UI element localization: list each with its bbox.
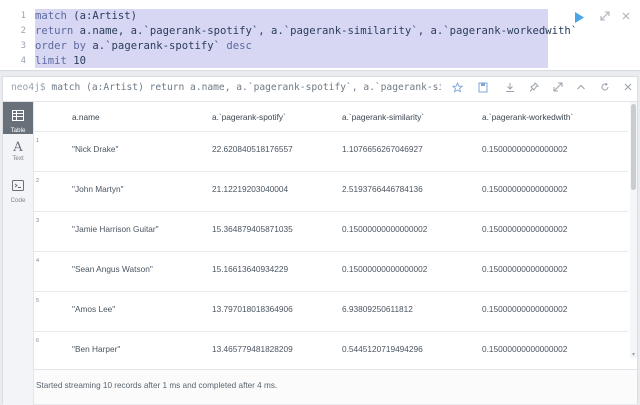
save-icon[interactable] [478, 82, 488, 96]
code-token: (a:Artist) [66, 10, 138, 22]
table-cell: 13.465779481828209 [212, 344, 293, 354]
table-row: 5 "Amos Lee" 13.797018018364906 6.938092506… [34, 291, 628, 332]
close-icon[interactable] [621, 11, 631, 24]
code-token: 10 [66, 55, 87, 67]
row-number: 1 [36, 138, 40, 144]
play-icon[interactable] [574, 12, 586, 24]
sidebar-item-label: Text [12, 155, 24, 162]
code-keyword: return [35, 25, 74, 37]
fullscreen-icon[interactable] [553, 82, 563, 95]
table-row: 2 "John Martyn" 21.12219203040004 2.5193766… [34, 171, 628, 212]
sidebar-item-table[interactable]: Table [3, 102, 33, 134]
table-row: 1 "Nick Drake" 22.620840518176557 1.1076656… [34, 131, 628, 172]
frame-header: neo4j$ match (a:Artist) return a.name, a… [3, 77, 637, 102]
column-header: a.`pagerank-similarity` [342, 112, 425, 122]
scroll-down-icon[interactable]: ▾ [630, 351, 637, 358]
table-cell: "Sean Angus Watson" [72, 264, 153, 274]
table-cell: "Amos Lee" [72, 304, 116, 314]
table-cell: 0.15000000000000002 [482, 144, 568, 154]
code-keyword: order [35, 40, 67, 52]
table-cell: 21.12219203040004 [212, 184, 289, 194]
star-icon[interactable] [451, 81, 464, 96]
line-number: 3 [20, 41, 26, 51]
table-cell: 15.16613640934229 [212, 264, 289, 274]
line-number: 2 [20, 26, 26, 36]
close-icon[interactable] [623, 82, 633, 95]
pin-icon[interactable] [529, 82, 539, 96]
table-cell: 13.797018018364906 [212, 304, 293, 314]
code-token: a.name, a.`pagerank-spotify`, a.`pageran… [73, 25, 578, 37]
row-number: 5 [36, 298, 40, 304]
sidebar-item-code[interactable]: Code [3, 176, 33, 208]
line-number: 4 [20, 56, 26, 66]
results-table: a.name a.`pagerank-spotify` a.`pagerank-… [34, 102, 628, 358]
table-cell: "John Martyn" [72, 184, 124, 194]
row-number: 3 [36, 218, 40, 224]
table-cell: 0.5445120719494296 [342, 344, 423, 354]
table-cell: 0.15000000000000002 [482, 264, 568, 274]
code-text: order by a.`pagerank-spotify` desc [35, 39, 252, 54]
text-icon: A [13, 140, 23, 155]
code-text: limit 10 [35, 54, 86, 69]
scrollbar-thumb[interactable] [631, 104, 636, 190]
frame-query-text[interactable]: neo4j$ match (a:Artist) return a.name, a… [11, 82, 441, 96]
code-icon [3, 176, 33, 196]
frame-query: match (a:Artist) return a.name, a.`pager… [45, 82, 441, 93]
table-row: 4 "Sean Angus Watson" 15.16613640934229 0.1… [34, 251, 628, 292]
frame-prompt: neo4j$ [11, 82, 46, 93]
row-number: 2 [36, 178, 40, 184]
column-header: a.name [72, 112, 100, 122]
table-cell: "Jamie Harrison Guitar" [72, 224, 159, 234]
code-keyword: desc [226, 40, 252, 52]
code-keyword: match [35, 10, 67, 22]
table-cell: 0.15000000000000002 [482, 344, 568, 354]
line-number: 1 [20, 11, 26, 21]
sidebar-item-label: Table [10, 127, 26, 134]
table-row: 6 "Ben Harper" 13.465779481828209 0.5445120… [34, 331, 628, 358]
table-row: 3 "Jamie Harrison Guitar" 15.3648794058710… [34, 211, 628, 252]
download-icon[interactable] [505, 82, 515, 96]
collapse-icon[interactable] [576, 82, 586, 95]
sidebar-item-label: Code [10, 197, 26, 204]
table-cell: 0.15000000000000002 [482, 304, 568, 314]
refresh-icon[interactable] [600, 82, 610, 95]
table-icon [3, 102, 33, 126]
table-cell: 0.15000000000000002 [342, 264, 428, 274]
table-cell: 22.620840518176557 [212, 144, 293, 154]
table-cell: 2.5193766446784136 [342, 184, 423, 194]
table-cell: 0.15000000000000002 [482, 184, 568, 194]
column-header: a.`pagerank-spotify` [212, 112, 286, 122]
code-keyword: limit [35, 55, 67, 67]
code-token: a.`pagerank-spotify` [86, 40, 227, 52]
status-message: Started streaming 10 records after 1 ms … [36, 381, 278, 390]
column-header: a.`pagerank-workedwith` [482, 112, 574, 122]
query-editor[interactable]: 1 match (a:Artist) 2 return a.name, a.`page… [0, 0, 640, 71]
status-bar: Started streaming 10 records after 1 ms … [34, 369, 637, 404]
sidebar-item-text[interactable]: A Text [3, 141, 33, 173]
code-text: match (a:Artist) [35, 9, 137, 24]
row-number: 6 [36, 338, 40, 344]
view-sidebar: Table A Text Code [3, 102, 34, 405]
code-keyword: by [73, 40, 87, 52]
row-number: 4 [36, 258, 40, 264]
table-cell: 15.364879405871035 [212, 224, 293, 234]
table-cell: 1.1076656267046927 [342, 144, 423, 154]
code-text: return a.name, a.`pagerank-spotify`, a.`… [35, 24, 577, 39]
result-frame: neo4j$ match (a:Artist) return a.name, a… [2, 76, 638, 405]
table-cell: "Nick Drake" [72, 144, 119, 154]
table-cell: 0.15000000000000002 [342, 224, 428, 234]
table-cell: 0.15000000000000002 [482, 224, 568, 234]
table-cell: "Ben Harper" [72, 344, 121, 354]
table-cell: 6.93809250611812 [342, 304, 413, 314]
expand-icon[interactable] [600, 11, 610, 24]
